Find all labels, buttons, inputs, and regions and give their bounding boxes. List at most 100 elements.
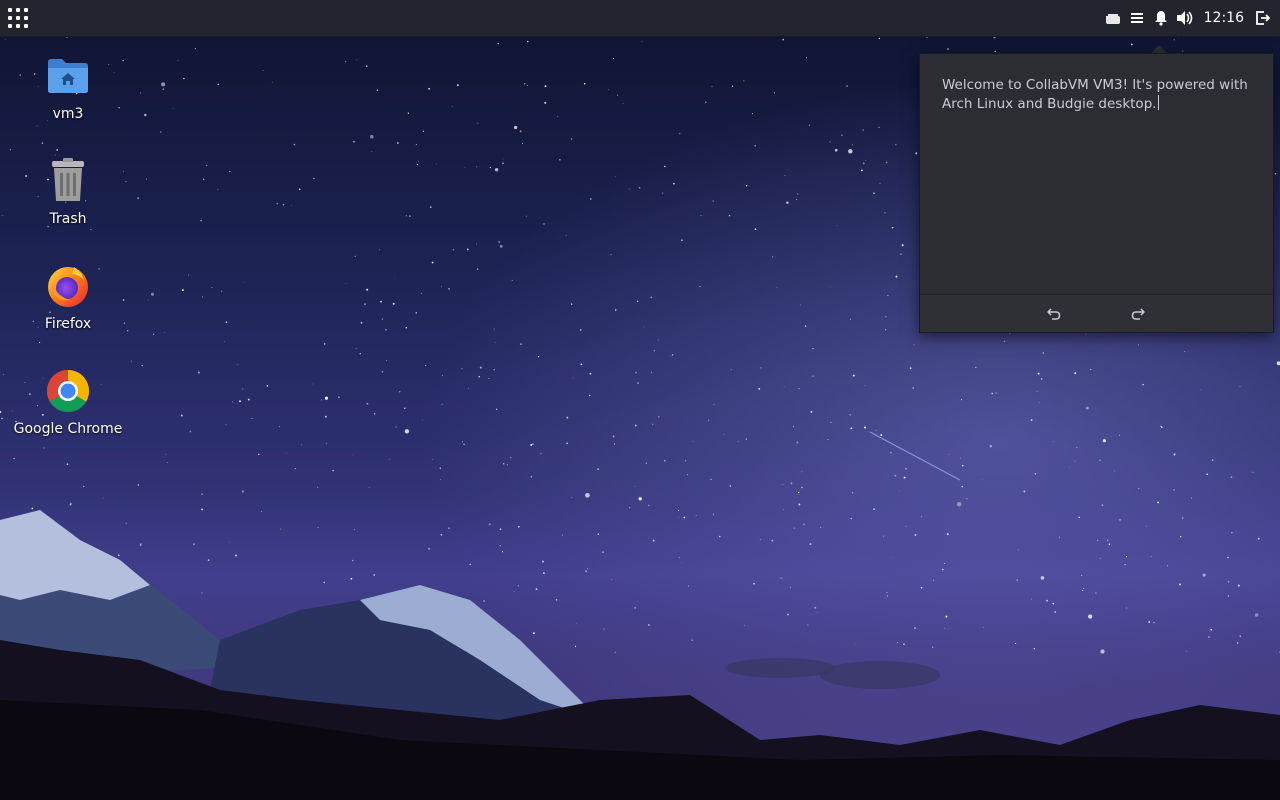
star <box>239 400 241 403</box>
star <box>1015 643 1017 645</box>
star <box>787 613 789 616</box>
star <box>645 462 647 464</box>
star <box>475 243 478 245</box>
bell-icon[interactable] <box>1152 9 1170 27</box>
star <box>271 82 273 83</box>
star <box>1173 39 1175 41</box>
star <box>1236 642 1239 644</box>
star <box>141 365 143 367</box>
star <box>852 374 855 377</box>
star <box>966 497 968 500</box>
star <box>125 522 127 524</box>
star <box>131 360 132 362</box>
star <box>440 533 443 536</box>
star <box>241 490 244 493</box>
star <box>262 70 264 71</box>
star <box>428 87 431 90</box>
star <box>1023 490 1026 493</box>
star <box>540 453 542 455</box>
star <box>804 325 807 327</box>
star <box>54 154 56 156</box>
star <box>1227 595 1230 597</box>
desktop-icon-home[interactable]: vm3 <box>8 52 128 122</box>
list-icon[interactable] <box>1128 9 1146 27</box>
star <box>489 166 491 169</box>
star <box>1157 501 1160 504</box>
star <box>1082 590 1084 592</box>
star <box>211 286 213 289</box>
star <box>448 527 450 529</box>
star <box>499 545 501 547</box>
star <box>583 83 586 85</box>
star <box>293 143 296 146</box>
star <box>1101 504 1104 507</box>
star <box>652 423 654 425</box>
star <box>771 539 774 542</box>
star <box>236 364 238 365</box>
app-menu-grid-icon[interactable] <box>6 6 30 30</box>
star <box>1227 556 1229 559</box>
star <box>1274 172 1277 175</box>
star <box>566 442 568 445</box>
star <box>1052 440 1054 442</box>
clock[interactable]: 12:16 <box>1204 10 1244 26</box>
star <box>1081 574 1083 576</box>
star <box>167 462 168 463</box>
redo-icon[interactable] <box>1129 305 1147 323</box>
star <box>710 478 712 481</box>
desktop-icon-trash[interactable]: Trash <box>8 157 128 227</box>
star <box>880 434 883 437</box>
star <box>887 294 889 297</box>
star <box>1068 466 1070 468</box>
star <box>789 587 791 589</box>
star <box>566 416 569 419</box>
star <box>373 412 376 415</box>
star <box>530 444 533 446</box>
tray-app-icon[interactable] <box>1104 9 1122 27</box>
star <box>13 457 15 460</box>
logout-icon[interactable] <box>1254 9 1272 27</box>
star <box>532 632 535 635</box>
star <box>225 423 227 425</box>
notes-textarea[interactable]: Welcome to CollabVM VM3! It's powered wi… <box>942 76 1258 114</box>
star <box>537 355 540 358</box>
star <box>1119 519 1121 521</box>
star <box>1114 470 1115 472</box>
star <box>301 444 303 446</box>
undo-icon[interactable] <box>1045 305 1063 323</box>
desktop[interactable]: 12:16 vm3 Trash Firefox Google Chrome We… <box>0 0 1280 800</box>
star <box>535 588 538 590</box>
star <box>323 581 325 584</box>
star <box>650 371 653 373</box>
star <box>975 366 977 368</box>
star <box>518 525 520 528</box>
star <box>183 77 185 80</box>
star <box>920 586 923 589</box>
star <box>317 486 319 488</box>
star <box>1239 386 1241 387</box>
star <box>809 543 812 546</box>
star <box>852 492 854 494</box>
star <box>879 183 881 185</box>
star <box>896 642 898 643</box>
star <box>478 376 480 378</box>
volume-icon[interactable] <box>1176 9 1194 27</box>
star <box>860 169 863 172</box>
star <box>881 319 883 321</box>
star <box>360 321 363 324</box>
star <box>864 385 866 387</box>
star <box>895 275 898 278</box>
star <box>43 447 45 449</box>
star <box>432 459 433 460</box>
star <box>592 467 594 469</box>
star <box>1173 453 1176 456</box>
firefox-icon <box>48 267 88 307</box>
star <box>712 200 714 202</box>
desktop-icon-firefox[interactable]: Firefox <box>8 262 128 332</box>
star <box>247 398 250 401</box>
star <box>543 223 545 225</box>
notes-popover: Welcome to CollabVM VM3! It's powered wi… <box>919 53 1274 333</box>
star <box>1184 350 1186 352</box>
desktop-icon-chrome[interactable]: Google Chrome <box>8 367 128 437</box>
star <box>793 425 795 427</box>
